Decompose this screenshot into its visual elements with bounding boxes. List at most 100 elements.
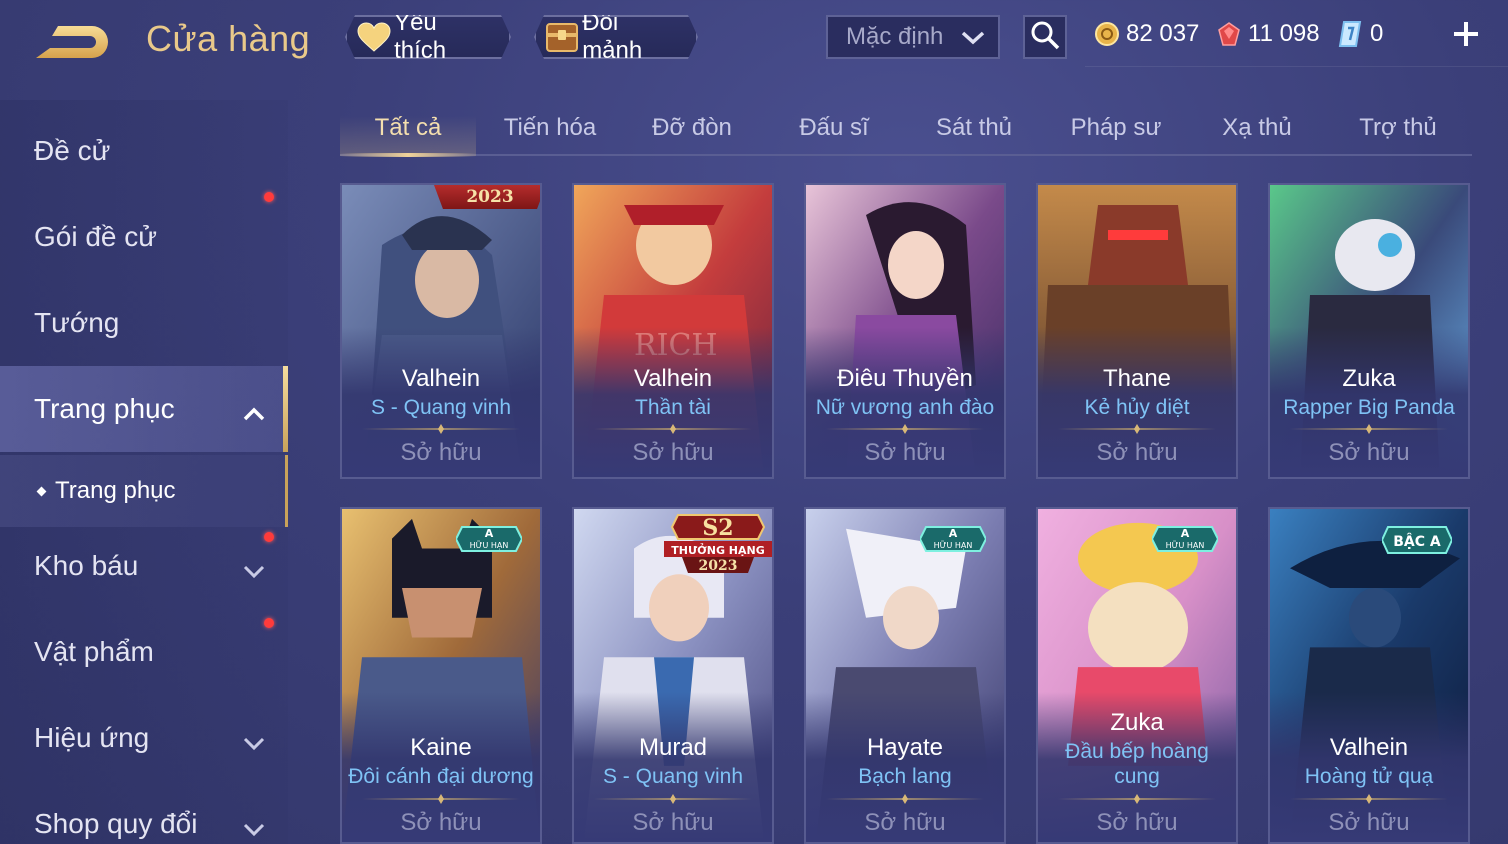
sidebar-item-featured[interactable]: Đề cử <box>0 108 288 194</box>
limited-badge: A HỮU HẠN <box>918 523 988 555</box>
divider <box>362 424 520 434</box>
hero-name: Valhein <box>401 365 481 392</box>
owned-status: Sở hữu <box>864 439 946 466</box>
sidebar-item-items[interactable]: Vật phẩm <box>0 609 288 695</box>
top-bar: Cửa hàng Yêu thích Đổi mảnh Mặc định 82 … <box>0 0 1508 80</box>
year-badge: 2023 <box>434 185 540 209</box>
tab-mage[interactable]: Pháp sư <box>1048 100 1184 156</box>
divider <box>826 424 984 434</box>
tab-assassin[interactable]: Sát thủ <box>906 100 1042 156</box>
skin-name: Kẻ hủy diệt <box>1084 396 1190 419</box>
skin-name: Bạch lang <box>858 765 952 788</box>
hero-name: Valhein <box>1329 734 1409 761</box>
hero-name: Kaine <box>410 734 472 761</box>
page-title: Cửa hàng <box>146 18 311 59</box>
search-button[interactable] <box>1023 15 1067 59</box>
hero-name: Thane <box>1102 365 1172 392</box>
tab-evolution[interactable]: Tiến hóa <box>482 100 618 156</box>
svg-text:THƯỞNG HẠNG: THƯỞNG HẠNG <box>671 543 765 557</box>
hero-name: Điêu Thuyền <box>837 365 973 392</box>
tab-fighter[interactable]: Đấu sĩ <box>766 100 902 156</box>
skin-name: S - Quang vinh <box>602 765 744 788</box>
tab-label: Pháp sư <box>1070 114 1162 141</box>
svg-text:BẬC A: BẬC A <box>1393 532 1441 550</box>
gold-coin-icon <box>1094 21 1120 47</box>
sidebar-subitem-skins[interactable]: Trang phục <box>0 455 288 527</box>
sidebar-item-label: Shop quy đổi <box>34 808 198 839</box>
notification-dot <box>264 532 274 542</box>
favorites-label: Yêu thích <box>394 9 447 64</box>
tab-label: Đỡ đòn <box>652 114 732 141</box>
divider <box>1290 424 1448 434</box>
sidebar-item-featured-packs[interactable]: Gói đề cử <box>0 192 288 280</box>
hero-name: Murad <box>638 734 708 761</box>
season-ranked-badge: S2 THƯỞNG HẠNG 2023 <box>664 513 772 577</box>
tab-label: Xạ thủ <box>1222 114 1292 141</box>
svg-text:HỮU HẠN: HỮU HẠN <box>1166 539 1205 551</box>
skin-card[interactable]: BẬC A Valhein Hoàng tử quạ Sở hữu <box>1268 507 1470 844</box>
gold-balance: 82 037 <box>1094 18 1199 50</box>
divider <box>1058 794 1216 804</box>
tab-tank[interactable]: Đỡ đòn <box>624 100 760 156</box>
search-icon <box>1029 19 1061 56</box>
tab-label: Trợ thủ <box>1359 114 1437 141</box>
sidebar-item-treasure[interactable]: Kho báu <box>0 523 288 609</box>
skin-name: Nữ vương anh đào <box>815 396 995 419</box>
skin-card[interactable]: Điêu Thuyền Nữ vương anh đào Sở hữu <box>804 183 1006 479</box>
skin-name: Thần tài <box>635 396 711 419</box>
sort-dropdown[interactable]: Mặc định <box>826 15 1000 59</box>
skin-card[interactable]: Thane Kẻ hủy diệt Sở hữu <box>1036 183 1238 479</box>
owned-status: Sở hữu <box>632 809 714 836</box>
sidebar-item-effects[interactable]: Hiệu ứng <box>0 695 288 781</box>
hero-name: Valhein <box>633 365 713 392</box>
add-currency-button[interactable] <box>1450 18 1482 50</box>
notification-dot <box>264 618 274 628</box>
back-arrow-icon[interactable] <box>30 18 116 66</box>
skin-card[interactable]: Zuka Rapper Big Panda Sở hữu <box>1268 183 1470 479</box>
skin-name: Hoàng tử quạ <box>1304 765 1434 788</box>
bullet-icon <box>36 486 47 496</box>
tab-all[interactable]: Tất cả <box>340 100 476 157</box>
svg-text:HỮU HẠN: HỮU HẠN <box>934 539 973 551</box>
sidebar-item-label: Trang phục <box>34 393 175 424</box>
svg-text:A: A <box>949 527 958 540</box>
favorites-button[interactable]: Yêu thích <box>345 15 511 59</box>
sidebar-subitem-label: Trang phục <box>55 477 176 504</box>
tab-marksman[interactable]: Xạ thủ <box>1189 100 1325 156</box>
sidebar-item-skins[interactable]: Trang phục <box>0 366 288 452</box>
gold-value: 82 037 <box>1126 20 1200 47</box>
skin-card[interactable]: S2 THƯỞNG HẠNG 2023 Murad S - Quang vinh… <box>572 507 774 844</box>
tier-badge: BẬC A <box>1380 523 1454 557</box>
exchange-shards-button[interactable]: Đổi mảnh <box>534 15 698 59</box>
sidebar-item-label: Gói đề cử <box>34 221 158 252</box>
owned-status: Sở hữu <box>1328 809 1410 836</box>
svg-text:A: A <box>485 527 494 540</box>
limited-badge: A HỮU HẠN <box>1150 523 1220 555</box>
sidebar-item-heroes[interactable]: Tướng <box>0 280 288 366</box>
skin-card[interactable]: RICH Valhein Thần tài Sở hữu <box>572 183 774 479</box>
divider <box>362 794 520 804</box>
owned-status: Sở hữu <box>864 809 946 836</box>
skin-card[interactable]: A HỮU HẠN Hayate Bạch lang Sở hữu <box>804 507 1006 844</box>
ruby-icon <box>1216 21 1242 47</box>
skin-card[interactable]: 2023 Valhein S - Quang vinh Sở hữu <box>340 183 542 479</box>
sidebar-item-label: Đề cử <box>34 135 111 166</box>
svg-text:S2: S2 <box>702 515 733 541</box>
hero-name: Hayate <box>866 734 944 761</box>
skin-card[interactable]: A HỮU HẠN Zuka Đầu bếp hoàng cung Sở hữu <box>1036 507 1238 844</box>
sort-value: Mặc định <box>846 23 944 50</box>
tab-support[interactable]: Trợ thủ <box>1330 100 1466 156</box>
divider <box>594 794 752 804</box>
voucher-value: 0 <box>1370 20 1384 47</box>
chevron-up-icon <box>242 398 266 430</box>
skin-name: Rapper Big Panda <box>1283 396 1455 419</box>
sidebar-item-exchange-shop[interactable]: Shop quy đổi <box>0 781 288 844</box>
svg-text:2023: 2023 <box>699 558 738 574</box>
ruby-balance: 11 098 <box>1216 18 1320 50</box>
svg-text:HỮU HẠN: HỮU HẠN <box>470 539 509 551</box>
hero-name: Zuka <box>1110 709 1164 736</box>
skin-card[interactable]: A HỮU HẠN Kaine Đôi cánh đại dương Sở hữu <box>340 507 542 844</box>
skin-name: S - Quang vinh <box>370 396 512 419</box>
category-tabs: Tất cả Tiến hóa Đỡ đòn Đấu sĩ Sát thủ Ph… <box>340 100 1472 157</box>
sidebar-item-label: Vật phẩm <box>34 636 154 667</box>
